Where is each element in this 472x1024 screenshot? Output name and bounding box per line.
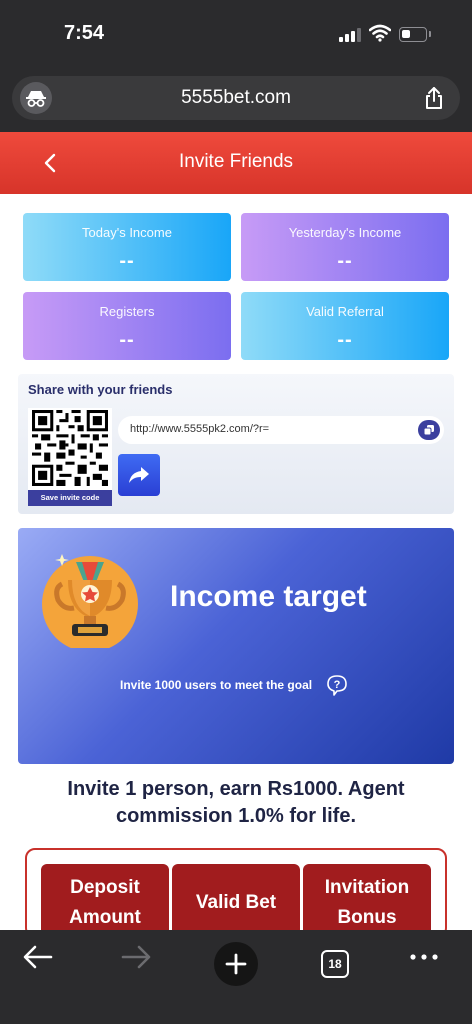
header-valid-bet-line: Valid Bet [195,892,277,913]
invite-reward-line-2: commission 1.0% for life. [115,805,357,827]
header-deposit-amount: Deposit Amount [41,864,169,938]
income-target-banner: Income target Invite 1000 users to meet … [18,528,454,764]
header-invitation-bonus: Invitation Bonus [303,864,431,938]
valid-referral-label: Valid Referral [306,304,384,319]
qr-code-image [32,410,108,486]
wifi-icon [369,24,391,42]
registers-label: Registers [99,304,155,319]
share-arrow-icon [129,467,149,483]
status-bar: 7:54 [0,0,472,70]
share-link-button[interactable] [118,454,160,496]
registers-value: -- [119,329,135,351]
valid-referral-value: -- [337,329,353,351]
registers-card: Registers -- [23,292,231,360]
header-deposit-line-2: Amount [69,907,141,928]
svg-text:?: ? [334,679,341,691]
copy-icon [423,425,434,436]
more-button[interactable] [410,954,438,960]
invite-link-field[interactable]: http://www.5555pk2.com/?r= [118,416,444,444]
more-icon [410,954,438,960]
yesterday-income-value: -- [337,250,353,272]
header-valid-bet: Valid Bet [172,864,300,938]
new-tab-button[interactable] [214,942,258,986]
arrow-right-icon [121,945,151,969]
copy-link-button[interactable] [418,420,440,440]
help-icon[interactable]: ? [326,674,348,696]
status-time: 7:54 [64,22,105,44]
browser-back-button[interactable] [22,944,54,970]
income-target-title: Income target [170,580,367,613]
plus-icon [225,953,247,975]
browser-forward-button[interactable] [120,944,152,970]
yesterday-income-card: Yesterday's Income -- [241,213,449,281]
battery-icon [399,27,427,42]
share-icon[interactable] [424,86,444,110]
header-bonus-line-1: Invitation [324,877,410,898]
url-bar[interactable]: 5555bet.com [12,76,460,120]
browser-url-area: 5555bet.com [0,70,472,132]
today-income-value: -- [119,250,135,272]
today-income-card: Today's Income -- [23,213,231,281]
header-deposit-line-1: Deposit [70,877,140,898]
invite-reward-line-1: Invite 1 person, earn Rs1000. Agent [67,778,405,800]
trophy-icon [42,554,138,648]
header-bonus-line-2: Bonus [337,907,397,928]
share-title: Share with your friends [28,382,173,397]
today-income-label: Today's Income [82,225,172,240]
url-text[interactable]: 5555bet.com [12,87,460,109]
browser-toolbar: 18 [0,930,472,1024]
qr-code[interactable]: Save invite code [28,408,112,506]
page-title: Invite Friends [178,151,294,172]
signal-icon [339,28,361,42]
invite-link-text: http://www.5555pk2.com/?r= [130,423,270,435]
yesterday-income-label: Yesterday's Income [288,225,402,240]
app-header: Invite Friends [0,132,472,194]
save-invite-code-button[interactable]: Save invite code [28,490,112,506]
tabs-button[interactable]: 18 [321,950,349,978]
valid-referral-card: Valid Referral -- [241,292,449,360]
arrow-left-icon [23,945,53,969]
invite-reward-text: Invite 1 person, earn Rs1000. Agent comm… [0,776,472,830]
income-target-subtitle: Invite 1000 users to meet the goal [120,678,313,692]
share-panel: Share with your friends Save invite code… [18,374,454,514]
